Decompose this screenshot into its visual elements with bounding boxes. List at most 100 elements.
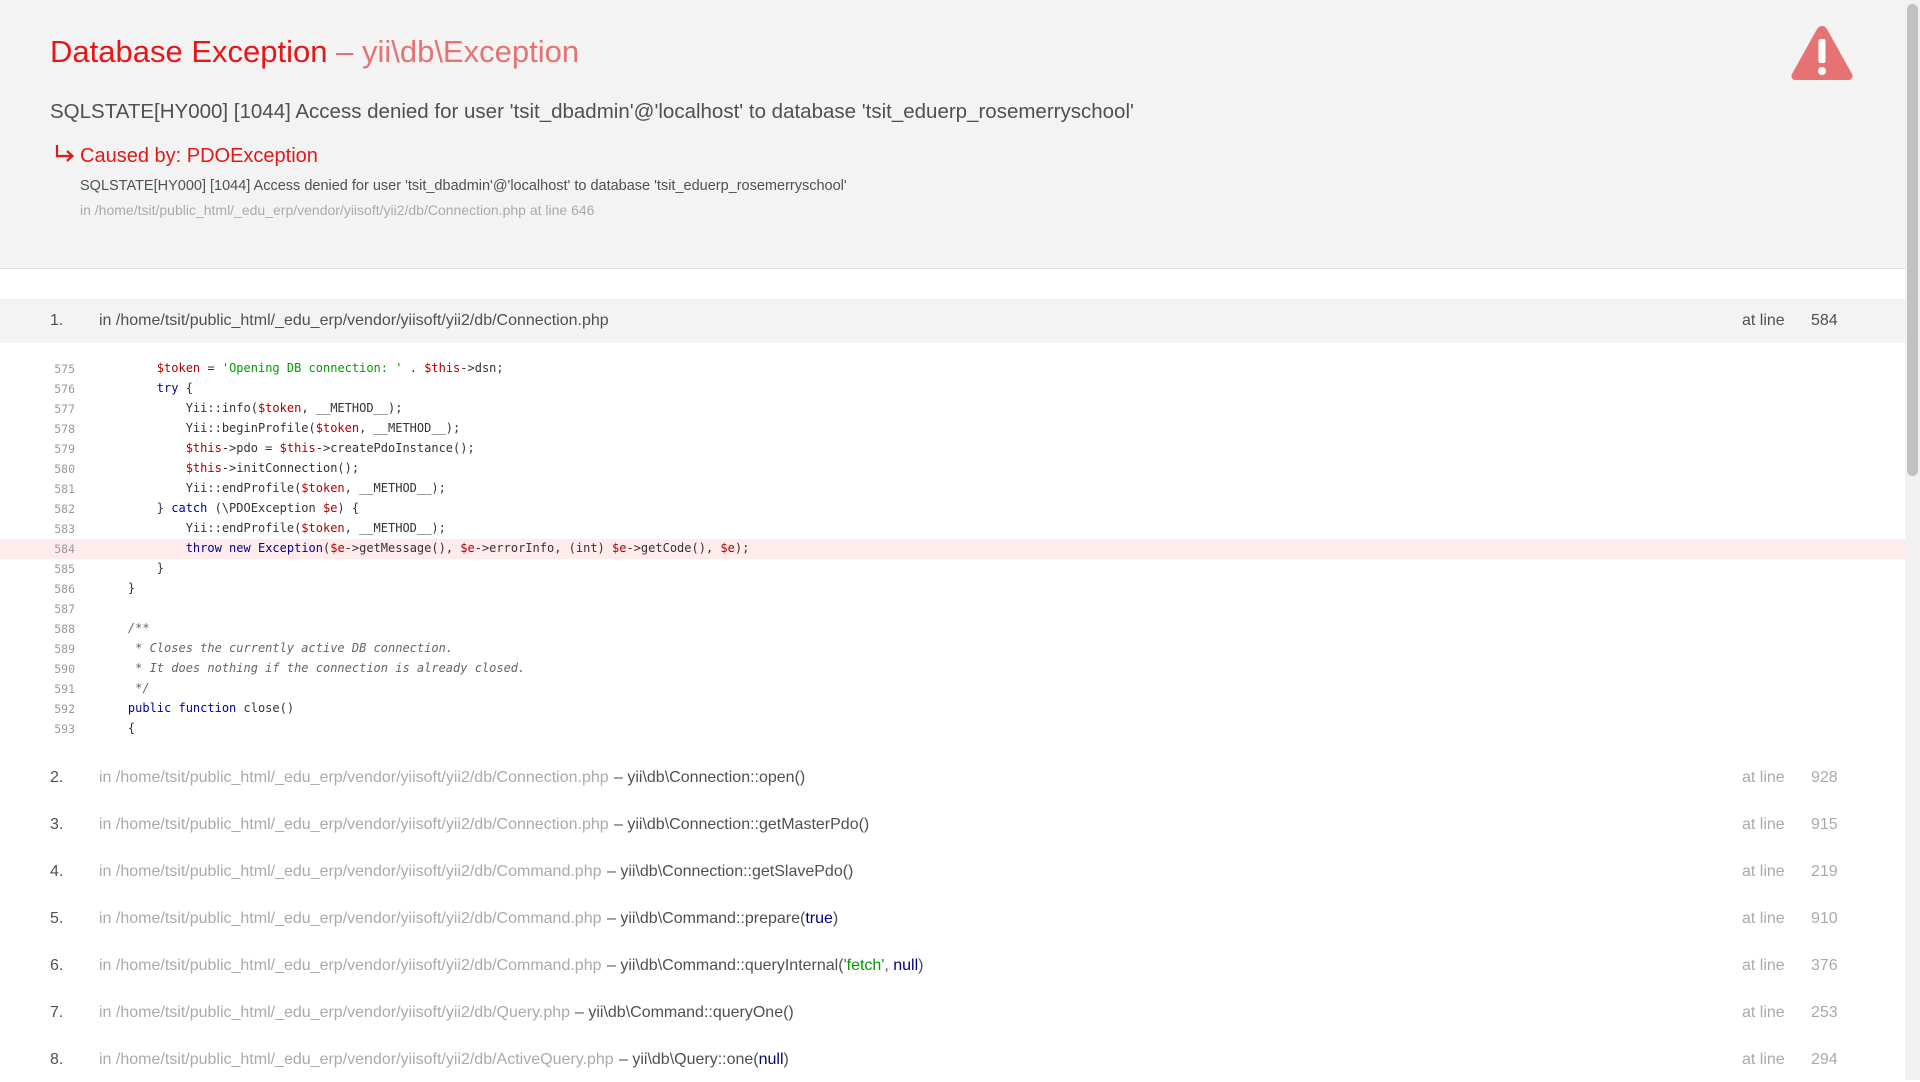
code-line: 590 * It does nothing if the connection …: [0, 659, 1905, 679]
line-number: 586: [54, 582, 75, 596]
code-token: * It does nothing if the connection is a…: [127, 661, 526, 675]
code-token: try: [156, 381, 179, 395]
call-stack-item[interactable]: 4. in /home/tsit/public_html/_edu_erp/ven…: [0, 850, 1905, 894]
frame-line-number: 915: [1811, 816, 1838, 833]
code-text: Yii::endProfile($token, __METHOD__);: [99, 481, 446, 495]
frame-call-end: ): [918, 957, 924, 974]
line-number: 580: [54, 462, 75, 476]
frame-file: in /home/tsit/public_html/_edu_erp/vendo…: [99, 1051, 614, 1068]
frame-number: 8.: [50, 1051, 64, 1068]
code-token: ->initConnection();: [221, 461, 360, 475]
code-token: .: [402, 361, 425, 375]
frame-at-line-label: at line: [1742, 863, 1785, 880]
code-line: 579 $this->pdo = $this->createPdoInstanc…: [0, 439, 1905, 459]
frame-line-number: 376: [1811, 957, 1838, 974]
frame-line-number: 910: [1811, 910, 1838, 927]
call-stack-item[interactable]: 5. in /home/tsit/public_html/_edu_erp/ven…: [0, 897, 1905, 941]
warning-triangle-icon: [1791, 26, 1853, 80]
code-text: $token = 'Opening DB connection: ' . $th…: [99, 361, 504, 375]
code-token: $e: [330, 541, 345, 555]
frame-function: – yii\db\Connection::open(): [614, 769, 806, 786]
call-stack-item[interactable]: 6. in /home/tsit/public_html/_edu_erp/ven…: [0, 944, 1905, 988]
frame-call: – yii\db\Query::one(null): [619, 1051, 789, 1069]
code-token: $e: [720, 541, 735, 555]
code-token: Exception: [257, 541, 323, 555]
call-stack-item[interactable]: 8. in /home/tsit/public_html/_edu_erp/ven…: [0, 1038, 1905, 1082]
line-number: 592: [54, 702, 75, 716]
frame-at-line-label: at line: [1742, 1004, 1785, 1021]
line-number: 583: [54, 522, 75, 536]
arrow-down-right-icon: [55, 145, 75, 162]
code-token: * Closes the currently active DB connect…: [127, 641, 454, 655]
frame-call: – yii\db\Connection::getSlavePdo(): [607, 863, 853, 881]
code-token: ->errorInfo, (int): [474, 541, 613, 555]
code-text: Yii::endProfile($token, __METHOD__);: [99, 521, 446, 535]
code-preview: 575 $token = 'Opening DB connection: ' .…: [0, 359, 1905, 739]
code-line: 593 {: [0, 719, 1905, 739]
frame-at-line-label: at line: [1742, 957, 1785, 974]
line-number: 589: [54, 642, 75, 656]
code-token: );: [734, 541, 750, 555]
frame-file: in /home/tsit/public_html/_edu_erp/vendo…: [99, 816, 609, 833]
call-stack-item[interactable]: 2. in /home/tsit/public_html/_edu_erp/ven…: [0, 756, 1905, 800]
code-token: $token: [257, 401, 302, 415]
frame-function: – yii\db\Command::queryOne(): [575, 1004, 794, 1021]
frame-call-end: ): [783, 1051, 789, 1068]
code-text: try {: [99, 381, 193, 395]
frame-file: in /home/tsit/public_html/_edu_erp/vendo…: [99, 863, 602, 880]
line-number: 575: [54, 362, 75, 376]
frame-number: 1.: [50, 312, 64, 329]
frame-number: 4.: [50, 863, 64, 880]
frame-argument: true: [805, 910, 833, 927]
frame-function: – yii\db\Connection::getMasterPdo(): [614, 816, 870, 833]
call-stack-item[interactable]: 7. in /home/tsit/public_html/_edu_erp/ven…: [0, 991, 1905, 1035]
code-token: }: [99, 581, 136, 595]
call-stack-item[interactable]: 1. in /home/tsit/public_html/_edu_erp/ven…: [0, 299, 1905, 343]
scrollbar-thumb[interactable]: [1907, 4, 1918, 476]
code-token: ) {: [337, 501, 360, 515]
code-token: 'Opening DB connection: ': [221, 361, 403, 375]
code-text: throw new Exception($e->getMessage(), $e…: [99, 541, 750, 555]
code-text: $this->initConnection();: [99, 461, 359, 475]
frame-line-number: 584: [1811, 312, 1838, 329]
code-line: 589 * Closes the currently active DB con…: [0, 639, 1905, 659]
frame-number: 5.: [50, 910, 64, 927]
frame-call: – yii\db\Connection::open(): [614, 769, 805, 787]
code-token: $this: [424, 361, 461, 375]
frame-argument: null: [758, 1051, 784, 1068]
code-line: 575 $token = 'Opening DB connection: ' .…: [0, 359, 1905, 379]
line-number: 584: [54, 542, 75, 556]
line-number: 576: [54, 382, 75, 396]
frame-line-number: 253: [1811, 1004, 1838, 1021]
code-text: }: [99, 581, 135, 595]
exception-header: Database Exception – yii\db\Exception SQ…: [0, 0, 1905, 269]
code-text: public function close(): [99, 701, 294, 715]
frame-number: 3.: [50, 816, 64, 833]
frame-function: – yii\db\Command::queryInternal(: [607, 957, 844, 974]
frame-line-number: 294: [1811, 1051, 1838, 1068]
code-token: {: [99, 721, 136, 735]
line-number: 582: [54, 502, 75, 516]
code-token: $e: [322, 501, 338, 515]
call-stack-item[interactable]: 3. in /home/tsit/public_html/_edu_erp/ven…: [0, 803, 1905, 847]
page-scrollbar[interactable]: [1905, 0, 1920, 1080]
code-text: Yii::info($token, __METHOD__);: [99, 401, 403, 415]
frame-argument: ,: [884, 957, 894, 974]
line-number: 587: [54, 602, 75, 616]
code-line: 592 public function close(): [0, 699, 1905, 719]
code-token: , __METHOD__);: [301, 401, 403, 415]
frame-file: in /home/tsit/public_html/_edu_erp/vendo…: [99, 910, 602, 927]
frame-file: in /home/tsit/public_html/_edu_erp/vendo…: [99, 769, 609, 786]
code-text: } catch (\PDOException $e) {: [99, 501, 359, 515]
code-token: close(): [236, 701, 295, 715]
frame-call-end: ): [832, 910, 839, 927]
line-number: 588: [54, 622, 75, 636]
code-token: Yii::info(: [99, 401, 258, 415]
